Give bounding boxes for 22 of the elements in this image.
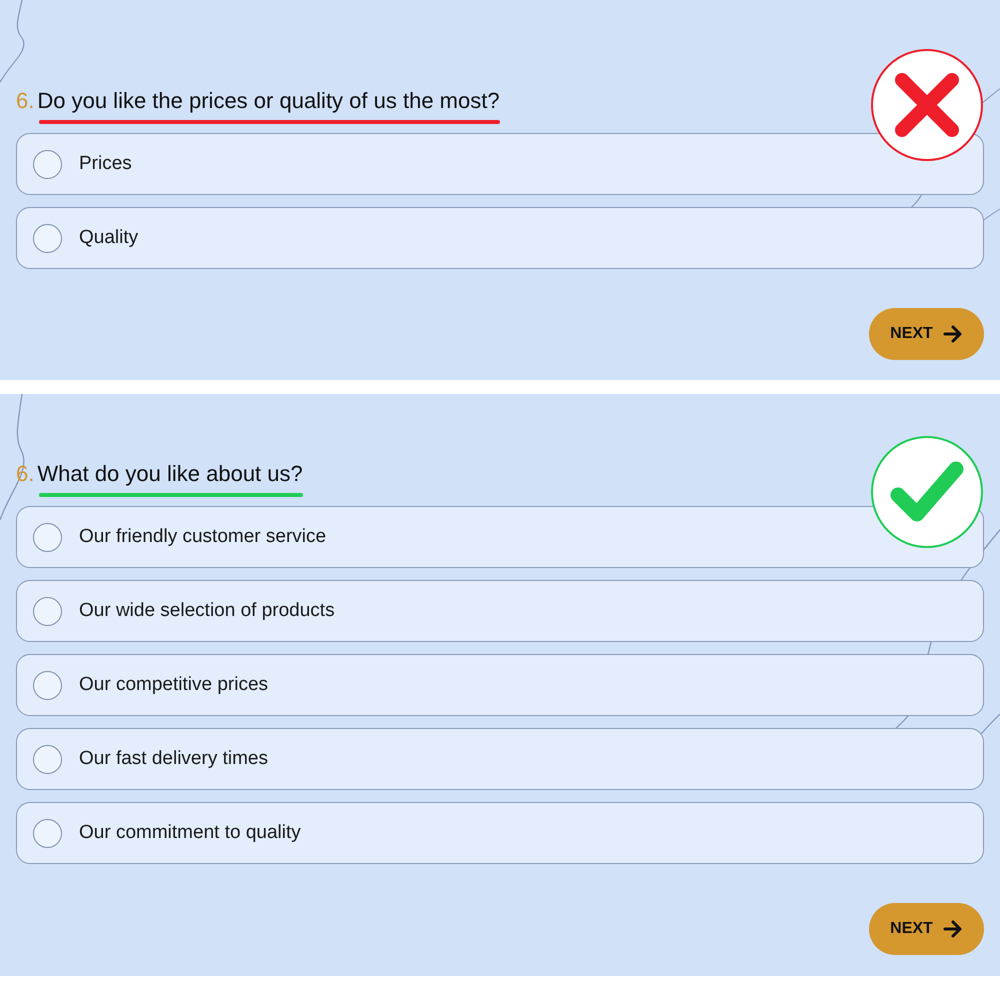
- radio-button[interactable]: [33, 522, 62, 552]
- question-text: What do you like about us?: [37, 460, 303, 488]
- next-button[interactable]: NEXT: [869, 903, 984, 955]
- arrow-right-icon: [942, 325, 963, 343]
- radio-button[interactable]: [33, 744, 62, 774]
- question-text: Do you like the prices or quality of us the most?: [37, 87, 500, 115]
- radio-button[interactable]: [33, 670, 62, 700]
- answer-option[interactable]: Our competitive prices: [16, 654, 984, 716]
- answer-option[interactable]: Our fast delivery times: [16, 728, 984, 790]
- answer-option[interactable]: Prices: [16, 133, 984, 195]
- answer-option[interactable]: Our commitment to quality: [16, 802, 984, 864]
- answer-option[interactable]: Our wide selection of products: [16, 580, 984, 642]
- answer-option[interactable]: Quality: [16, 207, 984, 269]
- next-button[interactable]: NEXT: [869, 308, 984, 360]
- question-number: 6.: [16, 87, 34, 115]
- answer-option[interactable]: Our friendly customer service: [16, 506, 984, 568]
- question-number: 6.: [16, 460, 34, 488]
- arrow-right-icon: [942, 920, 963, 938]
- radio-button[interactable]: [33, 150, 62, 178]
- radio-button[interactable]: [33, 224, 62, 252]
- radio-button[interactable]: [33, 596, 62, 626]
- radio-button[interactable]: [33, 818, 62, 848]
